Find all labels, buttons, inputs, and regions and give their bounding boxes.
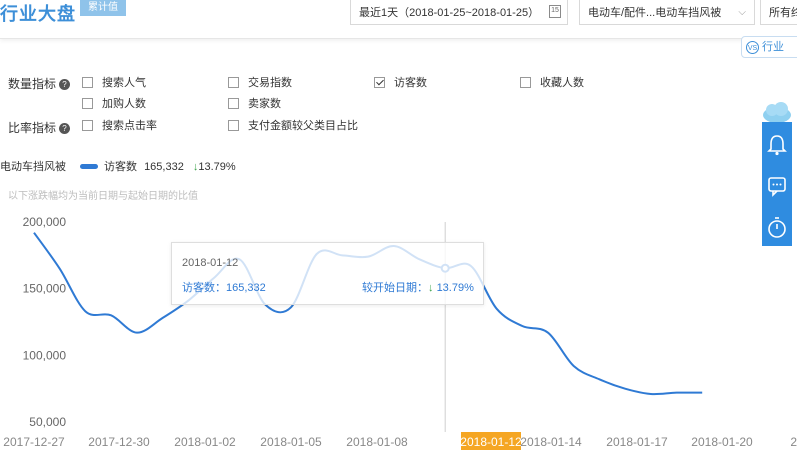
data-point[interactable] [623, 387, 627, 391]
y-tick-label: 50,000 [29, 415, 66, 429]
x-tick-label: 20 [790, 435, 797, 449]
x-tick-label: 2018-01-14 [520, 435, 582, 449]
x-tick-label: 2017-12-30 [88, 435, 150, 449]
data-point[interactable] [135, 331, 139, 335]
data-point[interactable] [495, 307, 499, 311]
y-tick-label: 150,000 [23, 282, 67, 296]
bell-icon [767, 135, 787, 156]
data-point[interactable] [675, 391, 679, 395]
tooltip-change-label: 较开始日期： [362, 282, 428, 294]
data-point[interactable] [572, 364, 576, 368]
tooltip-visitors: 访客数：165,332 [182, 279, 266, 295]
side-panel [762, 122, 792, 246]
data-point[interactable] [32, 231, 36, 235]
chart-tooltip: 2018-01-12 访客数：165,332 较开始日期：↓ 13.79% [171, 242, 484, 305]
visitors-line-chart[interactable]: 200,000 150,000 100,000 50,000 2017-12-27 20… [0, 0, 797, 452]
data-point[interactable] [289, 305, 293, 309]
data-point[interactable] [649, 392, 653, 396]
x-tick-label: 2018-01-20 [691, 435, 753, 449]
y-tick-label: 100,000 [23, 348, 67, 362]
x-tick-label: 2018-01-05 [260, 435, 322, 449]
data-point[interactable] [83, 309, 87, 313]
data-point[interactable] [700, 391, 704, 395]
timer-button[interactable] [762, 208, 792, 248]
tooltip-date: 2018-01-12 [182, 257, 239, 269]
tooltip-change: 较开始日期：↓ 13.79% [362, 279, 474, 295]
data-point[interactable] [546, 331, 550, 335]
notification-button[interactable] [762, 124, 792, 164]
x-tick-label: 2018-01-08 [346, 435, 408, 449]
x-tick-label: 2017-12-27 [3, 435, 65, 449]
tooltip-change-value: 13.79% [436, 282, 474, 294]
x-tick-label-highlighted: 2018-01-12 [460, 435, 522, 449]
chat-button[interactable] [762, 166, 792, 206]
x-tick-label: 2018-01-17 [606, 435, 668, 449]
data-point[interactable] [520, 324, 524, 328]
data-point[interactable] [109, 313, 113, 317]
x-tick-label: 2018-01-02 [174, 435, 236, 449]
y-tick-label: 200,000 [23, 215, 67, 229]
down-arrow-icon: ↓ [428, 282, 434, 294]
chat-icon [768, 177, 786, 197]
data-point[interactable] [597, 377, 601, 381]
tooltip-visitors-label: 访客数： [182, 282, 226, 294]
data-point[interactable] [58, 267, 62, 271]
tooltip-visitors-value: 165,332 [226, 282, 266, 294]
timer-icon [768, 217, 786, 238]
data-point[interactable] [161, 316, 165, 320]
